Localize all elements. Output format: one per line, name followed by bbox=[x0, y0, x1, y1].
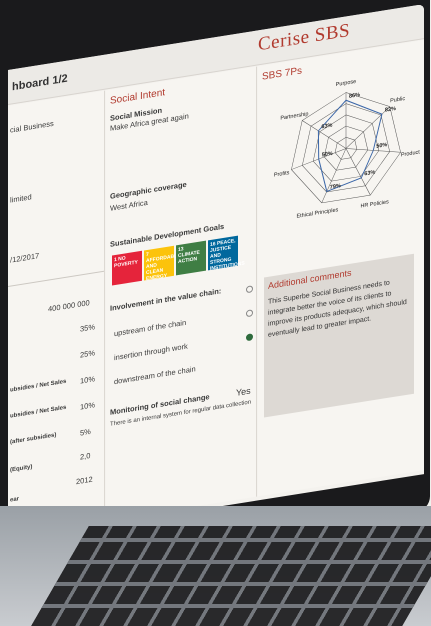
radar-value-label: 50% bbox=[322, 151, 333, 159]
radar-axis-label: Product bbox=[401, 149, 420, 158]
left-row-1: cial Business bbox=[10, 118, 54, 135]
value-2: 35% bbox=[80, 322, 96, 334]
laptop-keyboard bbox=[0, 506, 431, 626]
label-5: ear bbox=[10, 496, 20, 504]
value-chain-upstream: upstream of the chain bbox=[114, 317, 187, 339]
radar-axis-label: Purpose bbox=[336, 79, 356, 88]
sdg-16-text: PEACE, JUSTICE AND STRONG INSTITUTIONS bbox=[210, 237, 245, 273]
value-6: 5% bbox=[80, 426, 91, 438]
downstream-radio bbox=[246, 333, 253, 342]
sdg-13-icon: 13 CLIMATE ACTION bbox=[176, 240, 206, 276]
radar-axis-label: Profits bbox=[274, 170, 290, 178]
radar-value-label: 63% bbox=[364, 170, 375, 178]
radar-value-label: 63% bbox=[321, 123, 332, 131]
geo-coverage-value: West Africa bbox=[110, 197, 148, 213]
social-intent-title: Social Intent bbox=[110, 87, 166, 107]
value-3: 25% bbox=[80, 348, 96, 360]
comments-box: Additional comments This Superbe Social … bbox=[264, 253, 414, 418]
value-8: 2012 bbox=[76, 474, 93, 487]
sbs-7ps-panel: SBS 7Ps Purpose Public Product HR Policies E… bbox=[258, 39, 424, 497]
geo-coverage-label: Geographic coverage bbox=[110, 179, 187, 201]
radar-axis-label: Ethical Principles bbox=[296, 207, 338, 220]
sdg-7-icon: 7 AFFORDABLE AND CLEAN ENERGY bbox=[144, 245, 180, 282]
sdg-16-icon: 16 PEACE, JUSTICE AND STRONG INSTITUTION… bbox=[208, 235, 245, 272]
sdg-13-text: CLIMATE ACTION bbox=[178, 249, 200, 266]
radar-value-label: 82% bbox=[385, 106, 396, 114]
dashboard-title: hboard 1/2 bbox=[12, 72, 68, 94]
upstream-radio bbox=[246, 285, 253, 294]
value-5: 10% bbox=[80, 400, 96, 412]
left-divider bbox=[8, 270, 104, 287]
value-chain-insertion: insertion through work bbox=[114, 341, 188, 363]
monitoring-value: Yes bbox=[236, 385, 251, 398]
keyboard-keys bbox=[31, 526, 431, 626]
left-column: cial Business limited /12/2017 400 000 0… bbox=[8, 90, 105, 536]
label-2: ubsidies / Net Sales bbox=[10, 404, 67, 420]
value-chain-downstream: downstream of the chain bbox=[114, 364, 196, 387]
radar-axis bbox=[302, 120, 347, 149]
left-row-3: /12/2017 bbox=[10, 251, 40, 265]
sdg-1-icon: 1 NO POVERTY bbox=[112, 250, 142, 286]
social-intent-panel: Social Intent Social Mission Make Africa… bbox=[106, 66, 257, 521]
radar-axis-label: HR Policies bbox=[360, 199, 389, 209]
label-3: (after subsidies) bbox=[10, 432, 57, 446]
radar-axis-label: Partnership bbox=[280, 111, 308, 121]
laptop-screen: hboard 1/2 Cerise SBS cial Business limi… bbox=[8, 4, 424, 541]
value-chain-label: Involvement in the value chain: bbox=[110, 286, 222, 313]
label-4: (Equity) bbox=[10, 464, 33, 474]
sdg-1-text: NO POVERTY bbox=[114, 255, 138, 270]
radar-chart: Purpose Public Product HR Policies Ethical P… bbox=[274, 79, 420, 220]
value-7: 2,0 bbox=[80, 450, 91, 462]
radar-value-label: 86% bbox=[349, 92, 360, 100]
left-row-2: limited bbox=[10, 192, 32, 205]
radar-value-label: 50% bbox=[376, 142, 387, 150]
radar-axis-label: Public bbox=[390, 96, 405, 104]
value-4: 10% bbox=[80, 374, 96, 386]
insertion-radio bbox=[246, 309, 253, 318]
value-1: 400 000 000 bbox=[48, 298, 90, 314]
label-1: ubsidies / Net Sales bbox=[10, 378, 67, 394]
